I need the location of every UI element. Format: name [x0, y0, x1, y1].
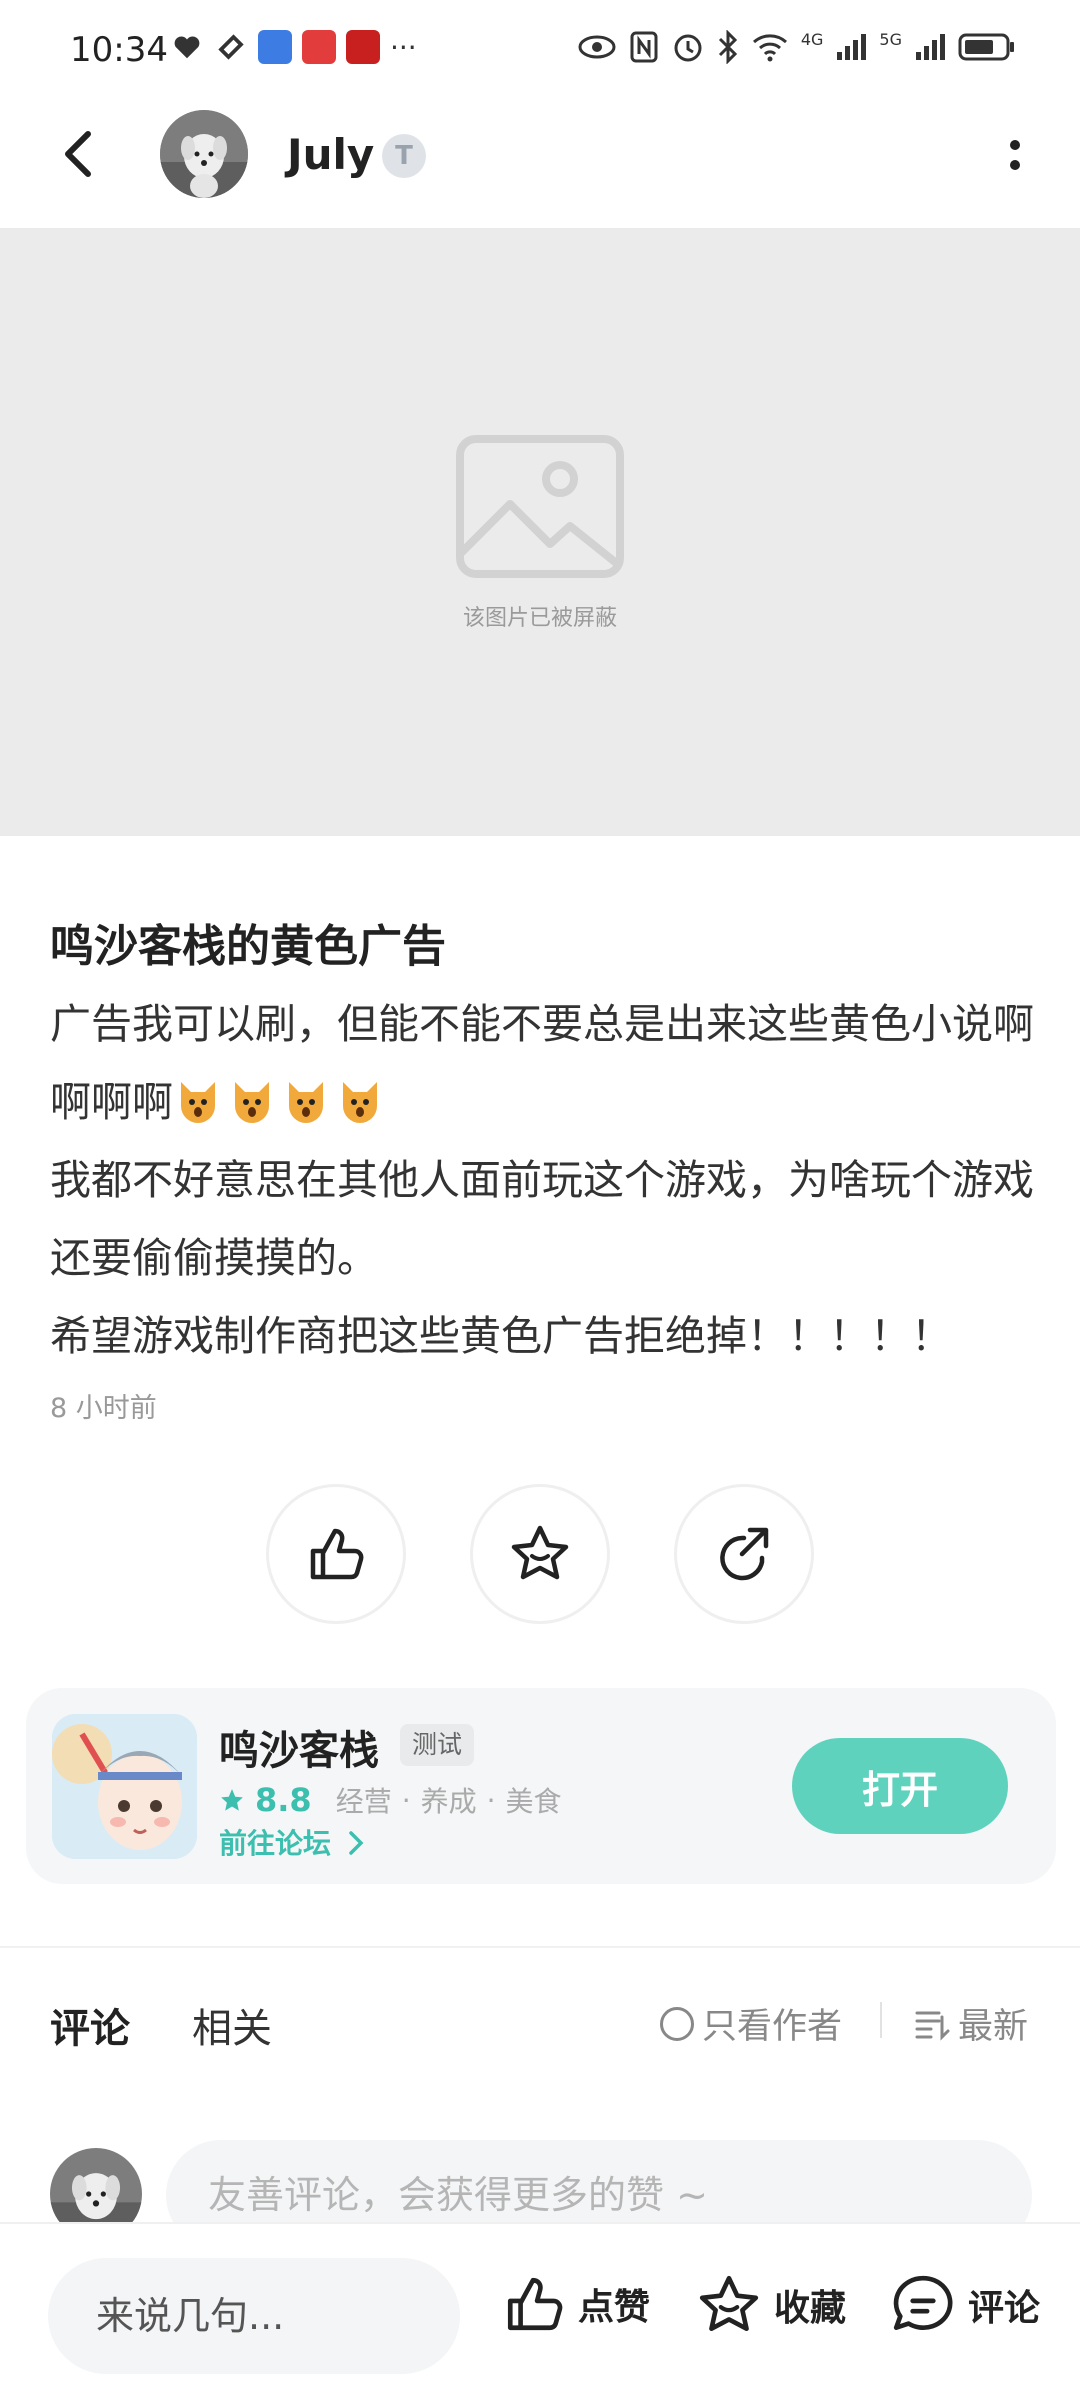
eye-icon	[578, 35, 616, 59]
user-level-badge: T	[382, 134, 426, 178]
game-status-tag: 测试	[400, 1724, 475, 1766]
signal-icon	[837, 34, 867, 60]
bottom-like-button[interactable]: 点赞	[502, 2272, 650, 2336]
more-notifications-icon: ···	[390, 30, 417, 64]
chevron-right-icon	[349, 1831, 364, 1855]
sort-icon	[915, 2011, 950, 2041]
rating-star-icon	[221, 1789, 243, 1811]
game-genre: 养成	[420, 1785, 477, 1818]
image-placeholder-icon	[456, 435, 624, 578]
favorite-label: 收藏	[774, 2288, 847, 2329]
sort-label: 最新	[958, 2007, 1029, 2047]
wifi-icon	[752, 34, 787, 62]
more-options-button[interactable]	[1000, 130, 1030, 180]
post-title: 鸣沙客栈的黄色广告	[50, 921, 446, 972]
radio-icon	[660, 2006, 694, 2041]
like-button[interactable]	[266, 1484, 406, 1624]
network-4g-label: 4G	[800, 30, 824, 49]
heart-icon	[170, 30, 204, 64]
star-icon	[699, 2275, 759, 2332]
share-button[interactable]	[674, 1484, 814, 1624]
separator-dot: ·	[401, 1783, 411, 1817]
sort-button[interactable]: 最新	[914, 1998, 1028, 2049]
signal-icon	[916, 34, 945, 60]
scared-cat-emoji-icon	[181, 1082, 215, 1123]
back-button[interactable]	[52, 126, 108, 182]
forum-link[interactable]: 前往论坛	[219, 1822, 367, 1862]
app-notification-icon	[258, 30, 292, 64]
game-character-icon	[52, 1714, 197, 1859]
scared-cat-emoji-icon	[235, 1082, 269, 1123]
open-game-button[interactable]: 打开	[792, 1738, 1008, 1834]
favorite-button[interactable]	[470, 1484, 610, 1624]
game-genre: 经营	[335, 1785, 392, 1818]
battery-icon	[958, 33, 1014, 61]
post-paragraph: 广告我可以刷，但能不能不要总是出来这些黄色小说啊啊啊啊	[50, 985, 1040, 1141]
author-name[interactable]: July	[287, 130, 374, 179]
filter-separator	[880, 2002, 882, 2038]
author-only-toggle[interactable]: 只看作者	[660, 1998, 842, 2049]
star-icon	[511, 1525, 569, 1580]
post-body: 广告我可以刷，但能不能不要总是出来这些黄色小说啊啊啊啊 我都不好意思在其他人面前…	[50, 985, 1040, 1375]
quick-comment-input[interactable]: 来说几句...	[48, 2258, 460, 2374]
link-icon	[214, 30, 248, 64]
like-label: 点赞	[578, 2287, 651, 2328]
tab-related[interactable]: 相关	[192, 1996, 272, 2054]
app-notification-icon	[302, 30, 336, 64]
app-notification-icon	[346, 30, 380, 64]
game-meta: 8.8 经营 · 养成 · 美食	[219, 1780, 562, 1820]
system-icons: 4G 5G	[577, 30, 1016, 64]
game-rating: 8.8	[255, 1781, 312, 1819]
dot-icon	[1010, 160, 1020, 170]
game-genre: 美食	[505, 1785, 562, 1818]
forum-link-label: 前往论坛	[219, 1827, 332, 1860]
post-header: July T	[0, 100, 1080, 225]
post-image-placeholder[interactable]: 该图片已被屏蔽	[0, 228, 1080, 836]
nfc-icon	[630, 31, 658, 63]
bluetooth-icon	[718, 30, 737, 64]
author-avatar[interactable]	[160, 110, 252, 202]
post-timestamp: 8 小时前	[50, 1393, 157, 1424]
separator-dot: ·	[486, 1783, 496, 1817]
dog-photo-icon	[160, 110, 248, 198]
post-paragraph: 我都不好意思在其他人面前玩这个游戏，为啥玩个游戏还要偷偷摸摸的。	[50, 1156, 1034, 1282]
game-name[interactable]: 鸣沙客栈	[219, 1718, 379, 1776]
image-blocked-text: 该图片已被屏蔽	[462, 606, 617, 631]
post-paragraph: 希望游戏制作商把这些黄色广告拒绝掉！！！！！	[50, 1312, 952, 1360]
game-card[interactable]: 鸣沙客栈 测试 8.8 经营 · 养成 · 美食 前往论坛 打开	[26, 1688, 1056, 1884]
game-icon	[52, 1714, 197, 1859]
bottom-comment-button[interactable]: 评论	[890, 2272, 1040, 2338]
tab-comments[interactable]: 评论	[50, 1996, 130, 2054]
status-time: 10:34	[70, 30, 168, 70]
dot-icon	[1010, 140, 1020, 150]
scared-cat-emoji-icon	[289, 1082, 323, 1123]
section-divider	[0, 1946, 1080, 1948]
avatar	[160, 110, 248, 198]
back-arrow-icon	[65, 131, 91, 177]
scared-cat-emoji-icon	[343, 1082, 377, 1123]
status-bar: 10:34 ··· 4G 5G	[0, 0, 1080, 100]
thumbs-up-icon	[310, 1528, 364, 1580]
author-only-label: 只看作者	[702, 2007, 843, 2047]
thumbs-up-icon	[507, 2277, 563, 2331]
notification-icons: ···	[170, 30, 417, 64]
comment-label: 评论	[968, 2288, 1041, 2329]
network-5g-label: 5G	[879, 30, 902, 49]
bottom-action-bar: 来说几句... 点赞 收藏 评论	[0, 2222, 1080, 2400]
share-icon	[720, 1527, 769, 1581]
bottom-favorite-button[interactable]: 收藏	[696, 2272, 846, 2338]
alarm-icon	[674, 34, 702, 62]
comment-bubble-icon	[893, 2275, 953, 2331]
